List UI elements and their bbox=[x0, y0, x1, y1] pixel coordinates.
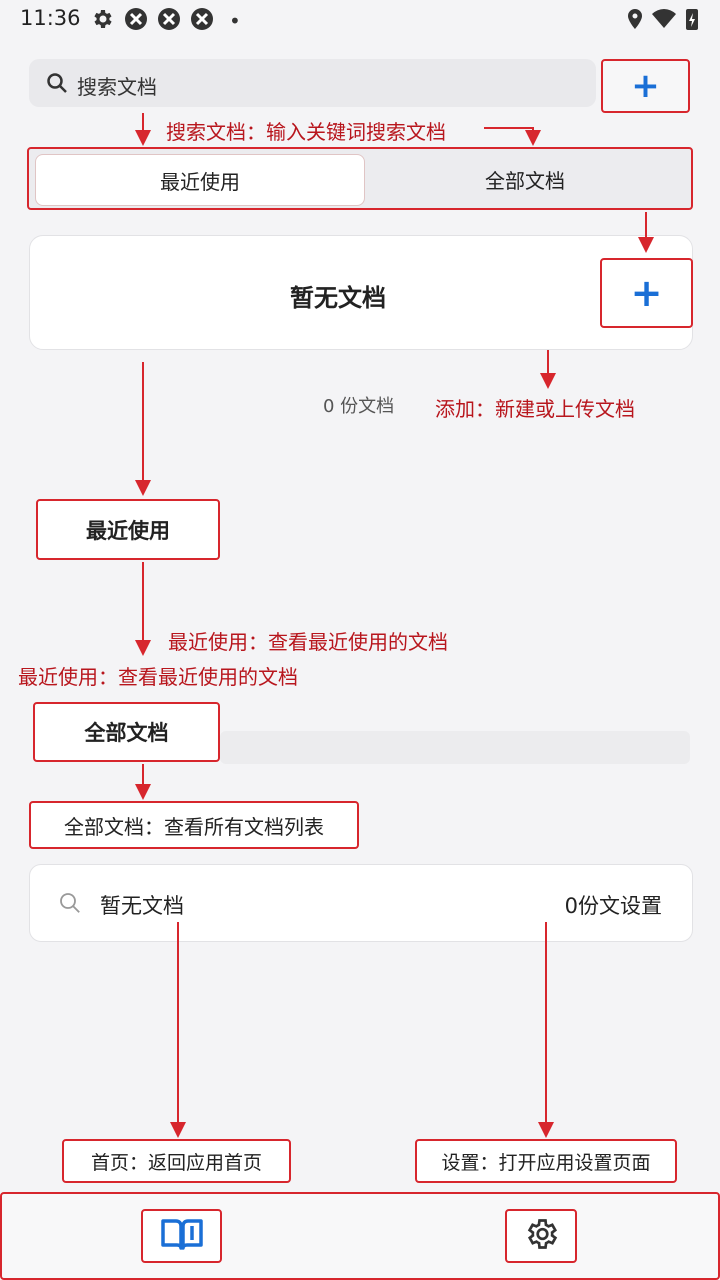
wifi-icon bbox=[652, 7, 676, 31]
arrow-search-right bbox=[484, 127, 541, 146]
book-icon bbox=[160, 1216, 204, 1256]
annotation-all: 全部文档：查看所有文档列表 bbox=[64, 814, 324, 839]
annotation-recent-2: 最近使用：查看最近使用的文档 bbox=[18, 665, 298, 689]
add-document-button-top[interactable]: + bbox=[601, 59, 690, 113]
location-icon bbox=[623, 7, 647, 31]
annotation-home: 首页：返回应用首页 bbox=[90, 1151, 262, 1174]
search-bar[interactable]: 搜索文档 bbox=[29, 59, 596, 107]
plus-icon: + bbox=[630, 271, 663, 315]
recent-section-label: 最近使用 bbox=[36, 499, 220, 560]
tab-recent[interactable]: 最近使用 bbox=[35, 154, 365, 206]
gear-icon bbox=[523, 1216, 559, 1256]
status-bar: 11:36 • bbox=[0, 0, 720, 40]
annotation-home-part: 首页：返回应用首页 bbox=[91, 1148, 262, 1175]
annotation-recent-1: 最近使用：查看最近使用的文档 bbox=[168, 630, 448, 654]
notification-dot-icon: • bbox=[229, 9, 241, 33]
document-list-card[interactable]: 暂无文档 0份文设置 bbox=[29, 864, 693, 942]
annotation-add: 添加：新建或上传文档 bbox=[435, 397, 635, 421]
app-icon bbox=[157, 7, 181, 31]
all-section-label: 全部文档 bbox=[33, 702, 220, 762]
divider-strip bbox=[220, 731, 690, 764]
bottom-nav bbox=[0, 1192, 720, 1280]
annotation-all-box: 全部文档：查看所有文档列表 bbox=[29, 801, 359, 849]
plus-icon: + bbox=[631, 66, 660, 106]
search-icon bbox=[58, 891, 82, 915]
recent-label-text: 最近使用 bbox=[86, 518, 170, 543]
tab-bar: 最近使用 全部文档 bbox=[27, 147, 693, 210]
annotation-home-box: 首页：返回应用首页 bbox=[62, 1139, 291, 1183]
add-document-button[interactable]: + bbox=[600, 258, 693, 328]
home-button[interactable] bbox=[141, 1209, 222, 1263]
search-icon bbox=[45, 71, 69, 95]
all-label-text: 全部文档 bbox=[84, 721, 169, 745]
settings-button[interactable] bbox=[505, 1209, 577, 1263]
annotation-settings-box: 设置：打开应用设置页面 bbox=[415, 1139, 677, 1183]
list-right-text: 0份文设置 bbox=[564, 894, 662, 918]
battery-charging-icon bbox=[684, 7, 700, 31]
document-count: 0 份文档 bbox=[323, 396, 395, 417]
search-placeholder: 搜索文档 bbox=[77, 75, 157, 99]
app-icon bbox=[124, 7, 148, 31]
tab-all[interactable]: 全部文档 bbox=[365, 154, 685, 204]
annotation-search: 搜索文档：输入关键词搜索文档 bbox=[166, 120, 446, 144]
empty-title: 暂无文档 bbox=[290, 284, 386, 312]
status-time: 11:36 bbox=[20, 6, 81, 30]
app-icon bbox=[190, 7, 214, 31]
annotation-settings: 设置：打开应用设置页面 bbox=[441, 1151, 651, 1174]
gear-icon bbox=[90, 7, 114, 31]
list-empty-text: 暂无文档 bbox=[100, 894, 184, 918]
